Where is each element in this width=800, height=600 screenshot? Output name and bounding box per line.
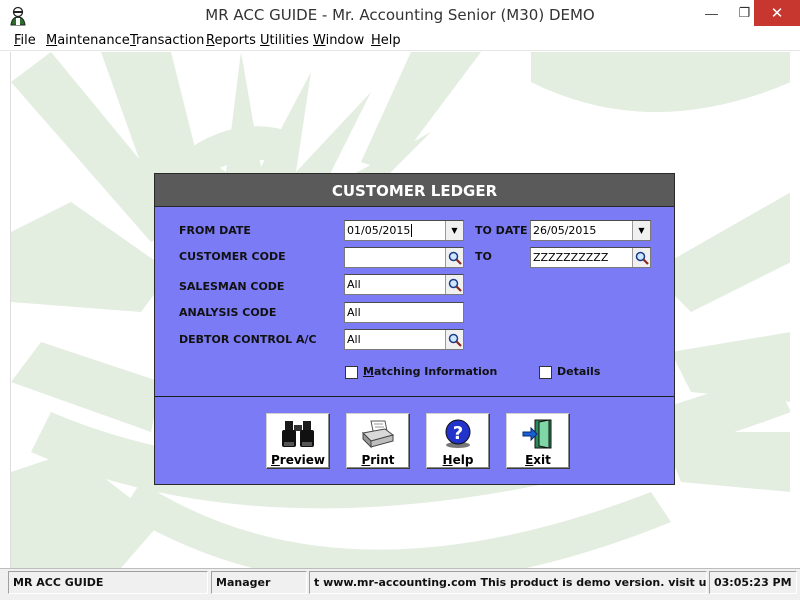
analysis-code-field[interactable]: All — [344, 302, 464, 323]
status-bar: MR ACC GUIDE Manager t www.mr-accounting… — [0, 568, 800, 600]
menu-utilities[interactable]: Utilities — [260, 33, 309, 48]
customer-code-label: CUSTOMER CODE — [179, 250, 286, 263]
matching-information-checkbox[interactable] — [345, 366, 358, 379]
dialog-header: CUSTOMER LEDGER — [155, 174, 674, 207]
to-date-dropdown[interactable]: ▼ — [632, 221, 650, 240]
status-message: t www.mr-accounting.com This product is … — [309, 571, 707, 594]
debtor-control-field[interactable]: All — [344, 329, 464, 350]
salesman-code-value: All — [347, 278, 361, 291]
status-user: Manager — [211, 571, 307, 594]
to-date-value: 26/05/2015 — [533, 224, 597, 237]
from-date-label: FROM DATE — [179, 224, 251, 237]
print-label: Print — [361, 453, 395, 467]
magnifier-icon — [448, 251, 462, 265]
customer-ledger-dialog: CUSTOMER LEDGER FROM DATE 01/05/2015 ▼ T… — [154, 173, 675, 485]
print-button[interactable]: Print — [346, 413, 410, 469]
svg-text:?: ? — [453, 423, 463, 444]
customer-code-to-lookup-button[interactable] — [632, 248, 650, 267]
status-time: 03:05:23 PM — [709, 571, 797, 594]
customer-code-to-field[interactable]: ZZZZZZZZZZ — [530, 247, 651, 268]
salesman-lookup-button[interactable] — [445, 275, 463, 294]
salesman-code-label: SALESMAN CODE — [179, 280, 285, 293]
window-title: MR ACC GUIDE - Mr. Accounting Senior (M3… — [205, 6, 595, 24]
magnifier-icon — [635, 251, 649, 265]
exit-label: Exit — [525, 453, 551, 467]
dialog-title: CUSTOMER LEDGER — [331, 182, 498, 200]
printer-icon — [361, 420, 395, 449]
help-button[interactable]: ? Help — [426, 413, 490, 469]
preview-label: Preview — [270, 453, 325, 467]
exit-door-icon — [522, 419, 552, 449]
debtor-control-lookup-button[interactable] — [445, 330, 463, 349]
details-checkbox[interactable] — [539, 366, 552, 379]
status-company: MR ACC GUIDE — [8, 571, 208, 594]
from-date-field[interactable]: 01/05/2015 ▼ — [344, 220, 464, 241]
preview-button[interactable]: Preview — [266, 413, 330, 469]
magnifier-icon — [448, 333, 462, 347]
binoculars-icon — [282, 421, 314, 447]
from-date-dropdown[interactable]: ▼ — [445, 221, 463, 240]
exit-button[interactable]: Exit — [506, 413, 570, 469]
minimize-button[interactable]: — — [695, 0, 728, 26]
to-date-label: TO DATE — [475, 224, 528, 237]
menu-maintenance[interactable]: Maintenance — [46, 33, 130, 48]
customer-code-to-value: ZZZZZZZZZZ — [533, 251, 609, 264]
analysis-code-label: ANALYSIS CODE — [179, 306, 277, 319]
help-label: Help — [442, 453, 474, 467]
menu-bar: File Maintenance Transaction Reports Uti… — [0, 31, 800, 51]
dropdown-arrow-icon: ▼ — [638, 226, 645, 235]
restore-icon: ❐ — [738, 5, 751, 20]
help-question-icon: ? — [445, 419, 471, 448]
customer-code-from-field[interactable] — [344, 247, 464, 268]
menu-help[interactable]: Help — [371, 33, 401, 48]
dropdown-arrow-icon: ▼ — [451, 226, 458, 235]
menu-file[interactable]: File — [14, 33, 36, 48]
dialog-divider — [155, 396, 674, 397]
matching-information-label[interactable]: Matching Information — [363, 365, 497, 378]
customer-code-to-label: TO — [475, 250, 492, 263]
customer-code-lookup-button[interactable] — [445, 248, 463, 267]
menu-window[interactable]: Window — [313, 33, 364, 48]
menu-transaction[interactable]: Transaction — [130, 33, 204, 48]
analysis-code-value: All — [347, 306, 361, 319]
menu-reports[interactable]: Reports — [206, 33, 256, 48]
title-bar[interactable]: MR ACC GUIDE - Mr. Accounting Senior (M3… — [0, 0, 800, 31]
close-button[interactable]: ✕ — [754, 0, 800, 26]
debtor-control-label: DEBTOR CONTROL A/C — [179, 333, 317, 346]
close-icon: ✕ — [770, 5, 784, 22]
details-label[interactable]: Details — [557, 365, 600, 378]
minimize-icon: — — [705, 5, 718, 21]
to-date-field[interactable]: 26/05/2015 ▼ — [530, 220, 651, 241]
magnifier-icon — [448, 278, 462, 292]
from-date-value: 01/05/2015 — [347, 224, 411, 237]
debtor-control-value: All — [347, 333, 361, 346]
salesman-code-field[interactable]: All — [344, 274, 464, 295]
